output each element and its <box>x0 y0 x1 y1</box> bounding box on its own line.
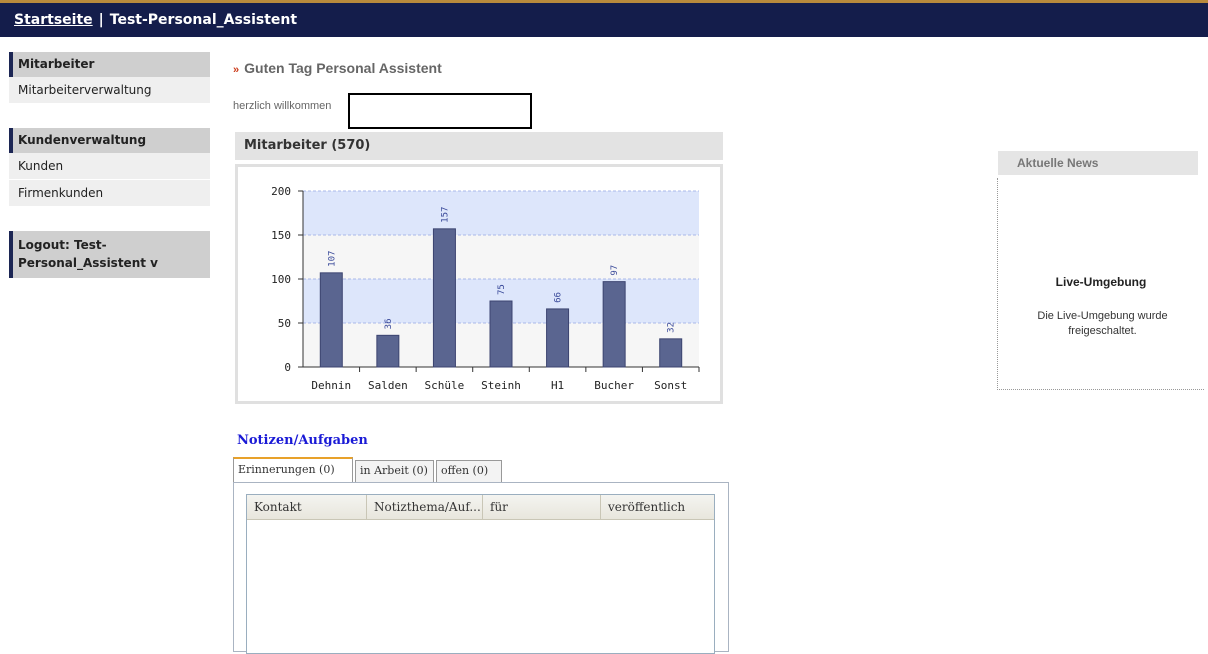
chart-band <box>303 191 699 235</box>
bar-value-label: 157 <box>440 207 450 223</box>
tab-offen[interactable]: offen (0) <box>436 460 502 482</box>
column-header-veroeffentlich[interactable]: veröffentlich <box>601 495 714 519</box>
notes-title[interactable]: Notizen/Aufgaben <box>237 433 368 448</box>
bar-value-label: 66 <box>554 292 564 303</box>
sidebar-item-firmenkunden[interactable]: Firmenkunden <box>9 180 210 207</box>
redacted-box <box>348 93 532 129</box>
news-panel: Live-Umgebung Die Live-Umgebung wurde fr… <box>997 178 1204 390</box>
column-header-fuer[interactable]: für <box>483 495 601 519</box>
tab-erinnerungen[interactable]: Erinnerungen (0) <box>233 457 353 483</box>
sidebar: Mitarbeiter Mitarbeiterverwaltung Kunden… <box>9 52 210 278</box>
breadcrumb-separator: | <box>98 12 104 28</box>
greeting-heading: » Guten Tag Personal Assistent <box>233 60 442 76</box>
x-tick-label: Salden <box>368 379 408 392</box>
grid-header-row: Kontakt Notizthema/Auf... für veröffentl… <box>247 495 714 520</box>
y-tick-label: 0 <box>284 361 291 374</box>
chart-bar <box>376 334 400 368</box>
bullet-icon: » <box>233 64 240 76</box>
logout-button[interactable]: Logout: Test-Personal_Assistent v <box>9 231 210 278</box>
chart-bar <box>489 300 513 368</box>
news-title: Live-Umgebung <box>1055 275 1147 289</box>
chart-band <box>303 235 699 279</box>
bar-value-label: 32 <box>667 322 677 333</box>
sidebar-group-kundenverwaltung: Kundenverwaltung <box>9 128 210 153</box>
top-navigation-bar: Startseite | Test-Personal_Assistent <box>0 0 1208 37</box>
y-tick-label: 150 <box>271 229 291 242</box>
welcome-text: herzlich willkommen <box>233 100 332 112</box>
news-header: Aktuelle News <box>998 151 1198 175</box>
breadcrumb: Startseite | Test-Personal_Assistent <box>14 4 297 36</box>
home-link[interactable]: Startseite <box>14 12 93 28</box>
chart-bar <box>602 281 626 368</box>
sidebar-item-mitarbeiterverwaltung[interactable]: Mitarbeiterverwaltung <box>9 77 210 104</box>
y-tick-label: 50 <box>278 317 291 330</box>
column-header-notizthema[interactable]: Notizthema/Auf... <box>367 495 483 519</box>
x-tick-label: Schüle <box>425 379 465 392</box>
tab-in-arbeit[interactable]: in Arbeit (0) <box>355 460 434 482</box>
y-tick-label: 100 <box>271 273 291 286</box>
y-tick-label: 200 <box>271 185 291 198</box>
bar-value-label: 107 <box>327 251 337 267</box>
x-tick-label: Steinh <box>481 379 521 392</box>
column-header-kontakt[interactable]: Kontakt <box>247 495 367 519</box>
sidebar-item-kunden[interactable]: Kunden <box>9 153 210 180</box>
bar-value-label: 97 <box>610 265 620 276</box>
bar-value-label: 36 <box>384 318 394 329</box>
chart-bar <box>659 338 683 368</box>
page-title: Test-Personal_Assistent <box>109 12 298 28</box>
chart-bar <box>432 228 456 368</box>
x-tick-label: Bucher <box>594 379 634 392</box>
x-tick-label: H1 <box>551 379 564 392</box>
news-text: Die Live-Umgebung wurde freigeschaltet. <box>1037 310 1168 337</box>
bar-value-label: 75 <box>497 284 507 295</box>
employee-bar-chart: 0 50 100 150 200 107 Dehnin 36 Salden 157 Schüle 75… <box>235 164 723 404</box>
chart-bar <box>319 272 343 368</box>
chart-bar <box>546 308 570 368</box>
greeting-text: Guten Tag Personal Assistent <box>244 60 442 76</box>
sidebar-group-mitarbeiter: Mitarbeiter <box>9 52 210 77</box>
chart-canvas: 0 50 100 150 200 107 Dehnin 36 Salden 157 Schüle 75… <box>271 185 700 392</box>
x-tick-label: Dehnin <box>311 379 351 392</box>
x-tick-label: Sonst <box>654 379 687 392</box>
notes-grid: Kontakt Notizthema/Auf... für veröffentl… <box>246 494 715 654</box>
employee-panel-title: Mitarbeiter (570) <box>235 132 723 160</box>
